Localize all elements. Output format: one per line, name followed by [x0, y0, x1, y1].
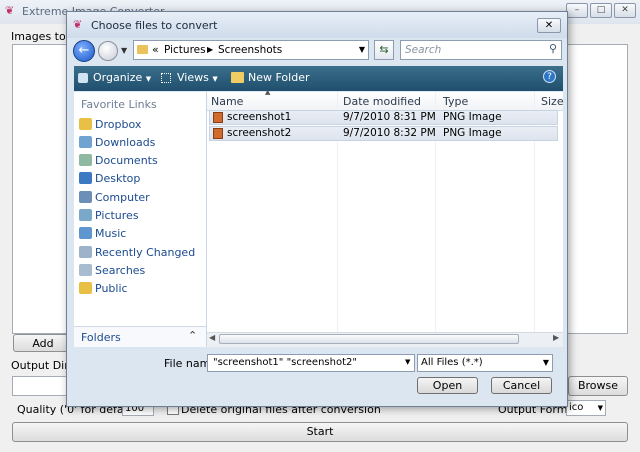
dialog-close-button[interactable]: ✕ [537, 18, 561, 33]
help-button[interactable]: ? [543, 70, 556, 83]
png-file-icon [213, 128, 223, 139]
format-select[interactable]: ico ▼ [566, 400, 606, 416]
pictures-icon [79, 209, 92, 221]
file-type: PNG Image [443, 127, 502, 139]
file-name: screenshot2 [227, 127, 292, 139]
column-size[interactable]: Size [541, 95, 564, 108]
folders-label: Folders [81, 331, 121, 344]
forward-button[interactable] [98, 41, 118, 61]
back-button[interactable]: ← [73, 40, 95, 62]
file-type: PNG Image [443, 111, 502, 123]
chevron-down-icon: ▼ [597, 404, 603, 412]
cancel-button[interactable]: Cancel [491, 377, 552, 394]
column-date-modified[interactable]: Date modified [343, 95, 421, 108]
file-name: screenshot1 [227, 111, 292, 123]
address-bar[interactable]: « Pictures ▶ Screenshots ▼ [133, 40, 369, 60]
filter-value: All Files (*.*) [421, 357, 483, 368]
start-button[interactable]: Start [12, 422, 628, 442]
file-open-dialog: ❦ Choose files to convert ✕ ← ▼ « Pictur… [66, 11, 568, 407]
browse-button[interactable]: Browse [568, 376, 628, 396]
chevron-down-icon: ▼ [542, 358, 549, 367]
file-name-dropdown[interactable]: ▼ [405, 358, 410, 366]
nav-item-searches[interactable]: Searches [95, 264, 145, 277]
views-icon [161, 73, 171, 83]
chevron-right-icon: ▶ [207, 45, 214, 54]
dropbox-icon [79, 118, 92, 130]
scroll-right-icon[interactable]: ▶ [553, 333, 559, 342]
favorite-links-header: Favorite Links [81, 98, 157, 111]
chevron-down-icon: ▼ [212, 75, 218, 83]
maximize-button[interactable]: □ [590, 3, 612, 18]
png-file-icon [213, 112, 223, 123]
dialog-app-icon: ❦ [73, 18, 83, 31]
music-icon [79, 227, 92, 239]
recent-pages-dropdown[interactable]: ▼ [121, 46, 127, 55]
folders-toggle[interactable]: Folders ⌃ [74, 326, 206, 347]
chevron-up-icon: ⌃ [188, 329, 198, 342]
app-icon: ❦ [5, 4, 15, 17]
help-icon: ? [547, 72, 552, 82]
new-folder-icon [231, 72, 244, 83]
desktop-icon [79, 172, 92, 184]
nav-item-computer[interactable]: Computer [95, 191, 150, 204]
nav-item-dropbox[interactable]: Dropbox [95, 118, 141, 131]
nav-item-music[interactable]: Music [95, 227, 126, 240]
breadcrumb-pictures[interactable]: Pictures [164, 44, 206, 56]
scrollbar-thumb[interactable] [219, 334, 519, 344]
public-icon [79, 282, 92, 294]
organize-icon [78, 73, 88, 83]
column-name[interactable]: Name [211, 95, 243, 108]
file-date: 9/7/2010 8:32 PM [343, 127, 436, 139]
file-date: 9/7/2010 8:31 PM [343, 111, 436, 123]
file-name-input[interactable]: "screenshot1" "screenshot2" [207, 354, 415, 372]
organize-label: Organize [93, 71, 143, 84]
organize-button[interactable]: Organize ▼ [93, 71, 151, 84]
sort-indicator-icon: ▲ [265, 88, 271, 96]
nav-item-public[interactable]: Public [95, 282, 128, 295]
nav-item-pictures[interactable]: Pictures [95, 209, 139, 222]
format-value: ico [569, 402, 584, 413]
downloads-icon [79, 136, 92, 148]
refresh-button[interactable]: ⇆ [374, 40, 394, 60]
close-button[interactable]: ✕ [614, 3, 636, 18]
views-label: Views [177, 71, 209, 84]
nav-item-desktop[interactable]: Desktop [95, 172, 140, 185]
dialog-title: Choose files to convert [91, 19, 218, 32]
search-placeholder: Search [405, 44, 442, 56]
minimize-button[interactable]: – [566, 3, 588, 18]
folder-icon [137, 45, 148, 54]
nav-item-documents[interactable]: Documents [95, 154, 158, 167]
breadcrumb-screenshots[interactable]: Screenshots [218, 44, 282, 56]
search-input[interactable]: Search ⚲ [400, 40, 562, 60]
views-button[interactable]: Views ▼ [177, 71, 218, 84]
file-name-value: "screenshot1" "screenshot2" [213, 357, 357, 368]
searches-icon [79, 264, 92, 276]
nav-item-recently-changed[interactable]: Recently Changed [95, 246, 195, 259]
open-button[interactable]: Open [417, 377, 478, 394]
nav-item-downloads[interactable]: Downloads [95, 136, 155, 149]
refresh-icon: ⇆ [379, 43, 389, 56]
recently-changed-icon [79, 246, 92, 258]
chevron-down-icon: ▼ [121, 46, 128, 55]
breadcrumb-prefix[interactable]: « [152, 43, 159, 56]
scroll-left-icon[interactable]: ◀ [209, 333, 215, 342]
documents-icon [79, 154, 92, 166]
add-button[interactable]: Add [13, 334, 73, 352]
address-dropdown[interactable]: ▼ [359, 45, 365, 54]
computer-icon [79, 191, 92, 203]
search-icon: ⚲ [548, 42, 557, 55]
file-type-filter-select[interactable]: All Files (*.*) ▼ [417, 354, 553, 372]
new-folder-button[interactable]: New Folder [248, 71, 309, 84]
arrow-left-icon: ← [78, 43, 90, 58]
column-type[interactable]: Type [443, 95, 468, 108]
close-icon: ✕ [544, 20, 554, 31]
chevron-down-icon: ▼ [145, 75, 152, 83]
